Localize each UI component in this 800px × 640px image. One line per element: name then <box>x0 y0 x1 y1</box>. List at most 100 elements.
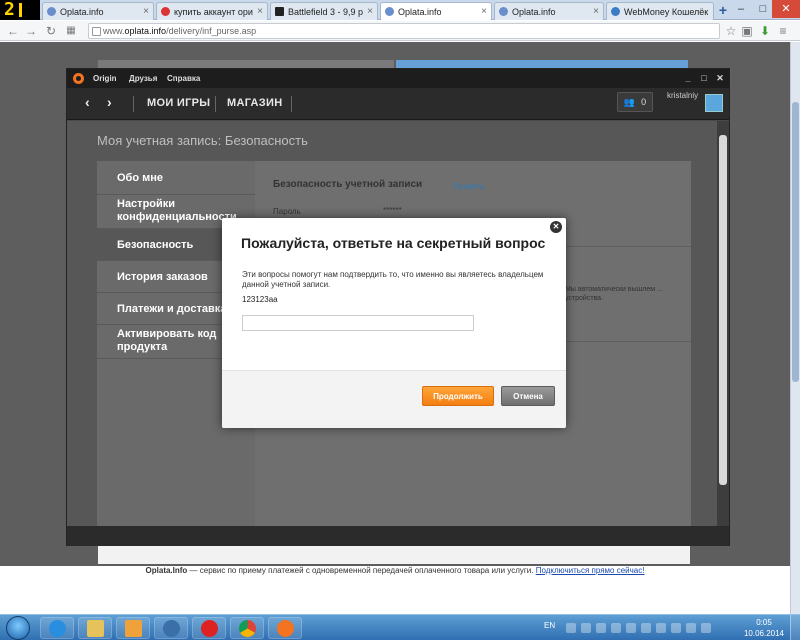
media-player-icon <box>125 620 142 637</box>
system-tray <box>566 622 734 634</box>
folder-icon <box>87 620 104 637</box>
maximize-window-button[interactable]: □ <box>752 0 774 18</box>
apps-grid-icon[interactable]: ▦ <box>64 23 78 39</box>
origin-forward-icon[interactable]: › <box>107 94 112 110</box>
favicon-icon <box>47 7 56 16</box>
nav-store[interactable]: МАГАЗИН <box>227 97 282 109</box>
divider <box>555 246 691 247</box>
app-icon <box>163 620 180 637</box>
section-title: Безопасность учетной записи <box>273 179 423 190</box>
taskbar-media-player[interactable] <box>116 617 150 639</box>
close-tab-icon[interactable]: × <box>481 6 487 17</box>
taskbar-ie[interactable] <box>40 617 74 639</box>
bookmark-star-icon[interactable]: ☆ <box>724 23 738 39</box>
side-note: Мы автоматически вышлем ... устройства. <box>565 286 663 302</box>
tray-icon[interactable] <box>596 623 606 633</box>
connect-now-link[interactable]: Подключиться прямо сейчас! <box>536 566 645 575</box>
reload-icon[interactable]: ↻ <box>44 23 58 39</box>
browser-tab[interactable]: WebMoney Кошелёк » Пе <box>606 2 714 20</box>
taskbar-opera[interactable] <box>192 617 226 639</box>
username[interactable]: kristalniy <box>667 91 698 100</box>
start-button[interactable] <box>6 616 30 640</box>
page-bottom <box>0 582 790 614</box>
origin-back-icon[interactable]: ‹ <box>85 94 90 110</box>
close-tab-icon[interactable]: × <box>367 6 373 17</box>
tray-icon[interactable] <box>626 623 636 633</box>
page-scrollbar[interactable] <box>790 42 800 614</box>
cancel-button[interactable]: Отмена <box>501 386 555 406</box>
tray-icon[interactable] <box>671 623 681 633</box>
nav-divider <box>215 96 216 112</box>
favicon-icon <box>275 7 284 16</box>
close-tab-icon[interactable]: × <box>257 6 263 17</box>
close-window-button[interactable]: ✕ <box>772 0 800 18</box>
page-scrollbar-thumb[interactable] <box>792 102 799 382</box>
security-question-dialog: ✕ Пожалуйста, ответьте на секретный вопр… <box>222 218 566 428</box>
origin-maximize-button[interactable]: □ <box>697 72 711 84</box>
origin-icon <box>277 620 294 637</box>
avatar[interactable] <box>705 94 723 112</box>
browser-tab[interactable]: Oplata.info × <box>42 2 154 20</box>
chrome-icon <box>239 620 256 637</box>
origin-close-button[interactable]: ✕ <box>713 72 727 84</box>
taskbar-explorer[interactable] <box>78 617 112 639</box>
tray-icon[interactable] <box>686 623 696 633</box>
nav-my-games[interactable]: МОИ ИГРЫ <box>147 97 210 109</box>
minimize-window-button[interactable]: – <box>730 0 752 18</box>
browser-tab-strip: 2 Oplata.info × купить аккаунт ориджи × … <box>0 0 800 20</box>
password-label: Пароль <box>273 207 301 216</box>
close-tab-icon[interactable]: × <box>143 6 149 17</box>
menu-help[interactable]: Справка <box>167 74 200 83</box>
origin-scrollbar-thumb[interactable] <box>719 135 727 485</box>
close-icon[interactable]: ✕ <box>550 221 562 233</box>
forward-icon[interactable]: → <box>24 23 38 39</box>
browser-tab[interactable]: Oplata.info × <box>494 2 604 20</box>
download-icon[interactable]: ⬇ <box>758 23 772 39</box>
address-bar[interactable]: www.oplata.info/delivery/inf_purse.asp <box>88 23 720 39</box>
tray-icon[interactable] <box>611 623 621 633</box>
favicon-icon <box>611 7 620 16</box>
tray-icon[interactable] <box>641 623 651 633</box>
edit-link[interactable]: Править <box>453 182 484 191</box>
menu-friends[interactable]: Друзья <box>129 74 157 83</box>
page-title: Моя учетная запись: Безопасность <box>97 133 308 148</box>
dialog-title: Пожалуйста, ответьте на секретный вопрос <box>241 235 546 251</box>
nav-divider <box>133 96 134 112</box>
browser-tab[interactable]: купить аккаунт ориджи × <box>156 2 268 20</box>
close-tab-icon[interactable]: × <box>593 6 599 17</box>
taskbar-origin[interactable] <box>268 617 302 639</box>
continue-button[interactable]: Продолжить <box>422 386 494 406</box>
browser-tab-active[interactable]: Oplata.info × <box>380 2 492 20</box>
origin-nav-bar: ‹ › МОИ ИГРЫ МАГАЗИН 👥 0 kristalniy <box>67 88 729 120</box>
friends-icon: 👥 <box>623 96 636 107</box>
windows-taskbar: EN 0:05 10.06.2014 <box>0 614 800 640</box>
tray-icon[interactable] <box>581 623 591 633</box>
answer-input[interactable] <box>242 315 474 331</box>
language-indicator[interactable]: EN <box>544 621 555 630</box>
extension-icon[interactable]: ▣ <box>740 23 754 39</box>
new-tab-button[interactable]: + <box>716 3 730 17</box>
favicon-icon <box>161 7 170 16</box>
tray-icon[interactable] <box>566 623 576 633</box>
back-icon[interactable]: ← <box>6 23 20 39</box>
app-logo-icon: 2 <box>0 0 40 20</box>
browser-tab[interactable]: Battlefield 3 - 9,9 руб. (В × <box>270 2 378 20</box>
friends-button[interactable]: 👥 0 <box>617 92 653 112</box>
origin-scrollbar[interactable] <box>717 121 729 526</box>
divider <box>555 341 691 342</box>
tray-icon[interactable] <box>656 623 666 633</box>
origin-logo-icon <box>73 73 84 84</box>
dialog-footer: Продолжить Отмена <box>222 370 566 428</box>
sidebar-item-about[interactable]: Обо мне <box>97 161 255 195</box>
opera-icon <box>201 620 218 637</box>
origin-minimize-button[interactable]: _ <box>681 72 695 84</box>
show-desktop-button[interactable] <box>790 615 800 640</box>
taskbar-app[interactable] <box>154 617 188 639</box>
tray-icon[interactable] <box>701 623 711 633</box>
nav-divider <box>291 96 292 112</box>
taskbar-chrome[interactable] <box>230 617 264 639</box>
menu-icon[interactable]: ≡ <box>776 23 790 39</box>
clock[interactable]: 0:05 10.06.2014 <box>742 617 786 639</box>
favicon-icon <box>499 7 508 16</box>
menu-origin[interactable]: Origin <box>93 74 117 83</box>
